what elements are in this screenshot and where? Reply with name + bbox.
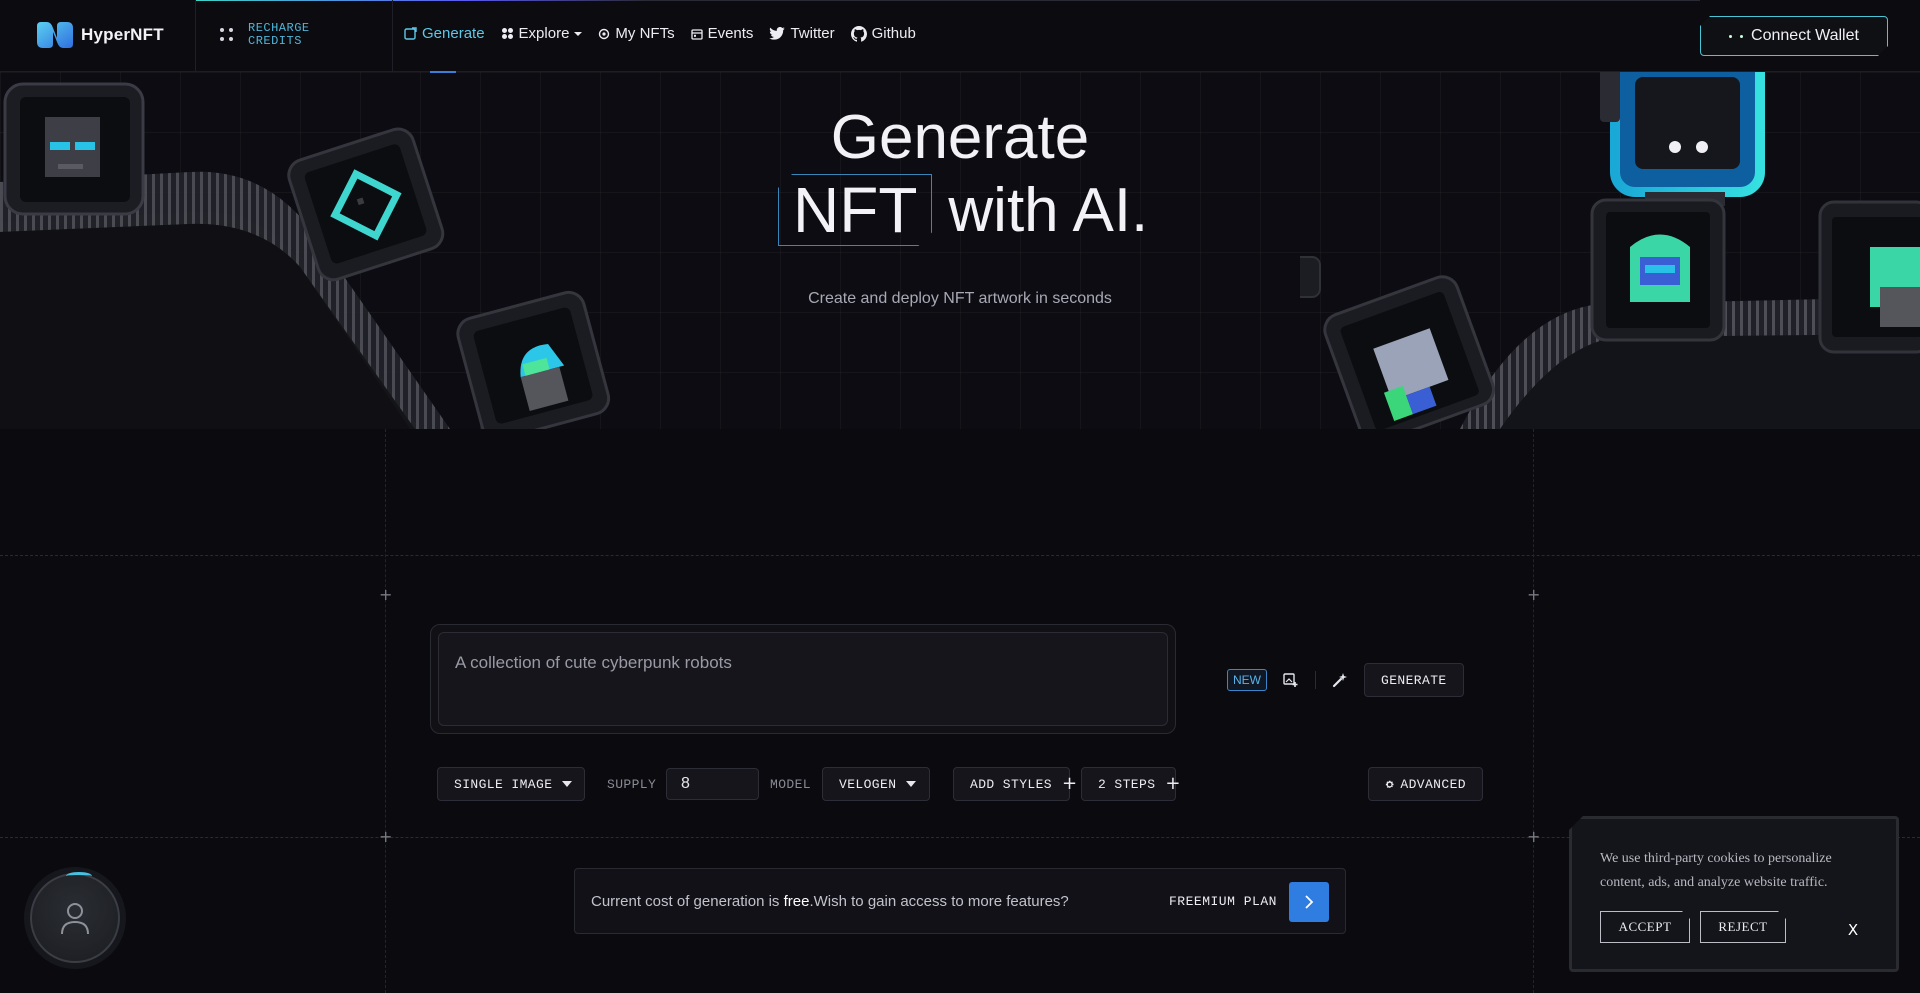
prompt-input[interactable]	[438, 632, 1168, 726]
logo[interactable]: HyperNFT	[35, 20, 164, 50]
cookie-accept-button[interactable]: ACCEPT	[1600, 911, 1690, 943]
github-icon	[850, 25, 867, 42]
twitter-icon	[769, 27, 786, 40]
model-label: MODEL	[770, 777, 812, 792]
plan-label[interactable]: FREEMIUM PLAN	[1169, 894, 1277, 909]
nav-item-my-nfts[interactable]: My NFTs	[598, 25, 675, 42]
nav-item-github[interactable]: Github	[850, 25, 916, 42]
hero-section: Generate NFT with AI. Create and deploy …	[0, 72, 1920, 429]
hero-subtitle: Create and deploy NFT artwork in seconds	[808, 290, 1112, 307]
nav-divider	[195, 0, 196, 72]
hero-title: Generate	[830, 103, 1090, 172]
add-styles-button[interactable]: ADD STYLES +	[953, 767, 1077, 801]
prompt-container	[430, 624, 1176, 734]
guide-line	[385, 429, 386, 993]
dot-icon	[1740, 35, 1743, 38]
plus-icon: +	[1165, 773, 1181, 794]
caret-down-icon	[906, 781, 917, 787]
main-nav: Generate Explore My NFTs Events Twitter …	[404, 25, 916, 42]
model-dropdown[interactable]: VELOGEN	[822, 767, 930, 801]
connect-wallet-button[interactable]: Connect Wallet	[1700, 16, 1888, 56]
supply-input[interactable]	[666, 768, 759, 800]
cost-text: Current cost of generation is free.Wish …	[591, 893, 1069, 910]
dots-grid-icon	[220, 28, 234, 42]
generate-button[interactable]: GENERATE	[1364, 663, 1464, 697]
image-add-icon	[1283, 673, 1298, 687]
recharge-credits-label: RECHARGE CREDITS	[248, 21, 310, 48]
cookie-reject-button[interactable]: REJECT	[1700, 911, 1786, 943]
hero-title-rest: with AI.	[948, 175, 1149, 245]
nav-item-twitter[interactable]: Twitter	[769, 25, 835, 42]
plus-marker-icon: +	[1527, 827, 1541, 846]
nav-divider	[392, 0, 393, 72]
new-badge: NEW	[1227, 669, 1267, 691]
recharge-credits-button[interactable]: RECHARGE CREDITS	[220, 22, 310, 48]
dot-icon	[1729, 35, 1732, 38]
grid-icon	[501, 28, 513, 39]
top-nav-bar: HyperNFT RECHARGE CREDITS Generate Explo…	[0, 0, 1920, 73]
caret-down-icon	[562, 781, 573, 787]
active-tab-indicator	[430, 71, 456, 73]
plan-arrow-button[interactable]	[1289, 882, 1329, 922]
avatar-progress-arc	[66, 872, 92, 880]
user-avatar-button[interactable]	[30, 872, 120, 963]
chevron-down-icon	[574, 31, 583, 36]
chevron-right-icon	[1305, 895, 1314, 909]
steps-button[interactable]: 2 STEPS +	[1081, 767, 1180, 801]
top-accent-line	[195, 0, 1700, 1]
generate-icon	[404, 27, 417, 40]
magic-wand-button[interactable]	[1326, 667, 1354, 693]
nft-icon	[599, 28, 610, 39]
magic-wand-icon	[1332, 673, 1347, 688]
supply-label: SUPPLY	[607, 777, 657, 792]
plus-icon: +	[1062, 773, 1078, 794]
nav-item-explore[interactable]: Explore	[501, 25, 583, 42]
user-icon	[61, 903, 89, 935]
nav-item-events[interactable]: Events	[690, 25, 753, 42]
plus-marker-icon: +	[379, 585, 393, 604]
gear-icon	[1385, 780, 1394, 788]
cost-banner: Current cost of generation is free.Wish …	[574, 868, 1346, 934]
logo-text: HyperNFT	[81, 25, 164, 44]
hero-highlight-nft: NFT	[778, 174, 932, 246]
close-icon[interactable]: X	[1842, 919, 1864, 941]
image-add-button[interactable]	[1277, 667, 1305, 693]
calendar-icon	[690, 28, 703, 40]
guide-line	[1533, 429, 1534, 993]
toolbar-divider	[1315, 671, 1316, 689]
plus-marker-icon: +	[379, 827, 393, 846]
prompt-toolbar: NEW GENERATE	[1227, 663, 1464, 697]
hero-title-line2: NFT with AI.	[778, 174, 1148, 246]
plus-marker-icon: +	[1527, 585, 1541, 604]
cookie-text: We use third-party cookies to personaliz…	[1600, 851, 1832, 890]
cookie-banner: We use third-party cookies to personaliz…	[1569, 816, 1899, 972]
hypernft-logo-icon	[37, 22, 73, 48]
advanced-button[interactable]: ADVANCED	[1368, 767, 1483, 801]
guide-line	[0, 555, 1920, 556]
output-type-dropdown[interactable]: SINGLE IMAGE	[437, 767, 585, 801]
nav-item-generate[interactable]: Generate	[404, 25, 485, 42]
